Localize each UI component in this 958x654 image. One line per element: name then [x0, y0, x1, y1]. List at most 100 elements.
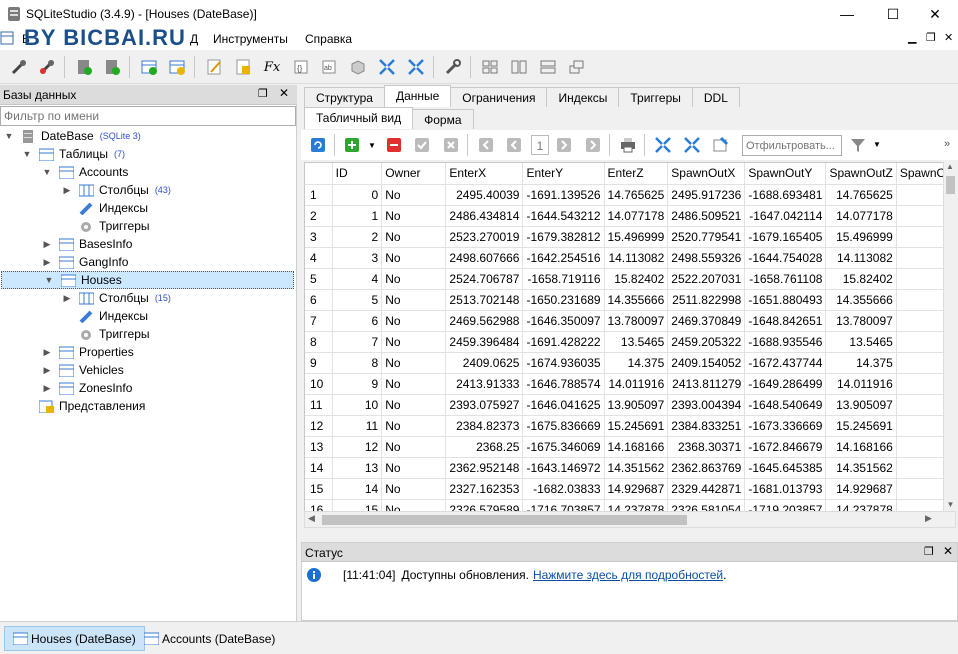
status-float-icon[interactable]: ❐ — [924, 545, 934, 558]
commit-icon[interactable] — [411, 134, 433, 156]
table-cell[interactable]: No — [381, 205, 447, 227]
menu-item-help[interactable]: Справка — [305, 32, 352, 46]
table-cell[interactable]: 14.168166 — [604, 436, 669, 458]
sql-history-icon[interactable] — [232, 56, 254, 78]
next-page-icon[interactable] — [553, 134, 575, 156]
table-cell[interactable]: 6 — [332, 310, 383, 332]
populate-table-icon[interactable] — [710, 134, 732, 156]
tree-item-table-ganginfo[interactable]: ▶ GangInfo — [0, 253, 296, 271]
table-row[interactable]: 3 2 No 2523.270019 -1679.382812 15.496999 2520… — [305, 226, 955, 248]
edit-table-icon[interactable] — [166, 56, 188, 78]
table-row[interactable]: 12 11 No 2384.82373 -1675.836669 15.245691 238… — [305, 415, 955, 437]
table-cell[interactable]: No — [381, 268, 447, 290]
export-data-icon[interactable] — [681, 134, 703, 156]
table-cell[interactable]: No — [381, 226, 447, 248]
extensions-icon[interactable]: ab — [318, 56, 340, 78]
table-cell[interactable]: -1682.03833 — [522, 478, 605, 500]
table-row[interactable]: 9 8 No 2409.0625 -1674.936035 14.375 2409.1540… — [305, 352, 955, 374]
tree-item-accounts-columns[interactable]: ▶ Столбцы (43) — [0, 181, 296, 199]
subtab-grid-view[interactable]: Табличный вид — [304, 107, 414, 129]
edit-database-icon[interactable] — [101, 56, 123, 78]
tree-item-tables[interactable]: ▼ Таблицы (7) — [0, 145, 296, 163]
column-header[interactable]: SpawnOutY — [744, 163, 827, 185]
tile-windows-icon[interactable] — [479, 56, 501, 78]
functions-icon[interactable]: Fx — [261, 56, 283, 78]
tile-vertical-icon[interactable] — [508, 56, 530, 78]
table-cell[interactable]: 15.245691 — [825, 415, 897, 437]
table-cell[interactable]: 2486.434814 — [445, 205, 524, 227]
table-cell[interactable]: 3 — [332, 247, 383, 269]
table-cell[interactable]: 13.5465 — [604, 331, 669, 353]
table-cell[interactable]: No — [381, 373, 447, 395]
table-cell[interactable]: 13.905097 — [604, 394, 669, 416]
table-cell[interactable]: 14.113082 — [825, 247, 897, 269]
table-cell[interactable]: No — [381, 415, 447, 437]
table-cell[interactable]: 14 — [332, 478, 383, 500]
tree-item-table-zonesinfo[interactable]: ▶ ZonesInfo — [0, 379, 296, 397]
table-cell[interactable]: 2362.952148 — [445, 457, 524, 479]
subtab-form-view[interactable]: Форма — [412, 109, 474, 129]
column-header[interactable]: EnterX — [445, 163, 524, 185]
table-cell[interactable]: 14.351562 — [604, 457, 669, 479]
minimize-button[interactable]: — — [824, 0, 870, 28]
last-page-icon[interactable] — [582, 134, 604, 156]
table-row[interactable]: 14 13 No 2362.952148 -1643.146972 14.351562 23… — [305, 457, 955, 479]
mdi-close-icon[interactable]: ✕ — [944, 31, 953, 44]
table-cell[interactable]: 14.168166 — [825, 436, 897, 458]
tree-item-table-accounts[interactable]: ▼ Accounts — [0, 163, 296, 181]
table-cell[interactable]: 2513.702148 — [445, 289, 524, 311]
maximize-button[interactable]: ☐ — [870, 0, 916, 28]
insert-dropdown-icon[interactable]: ▼ — [368, 141, 376, 150]
table-cell[interactable]: No — [381, 289, 447, 311]
tile-horizontal-icon[interactable] — [537, 56, 559, 78]
table-row[interactable]: 7 6 No 2469.562988 -1646.350097 13.780097 2469… — [305, 310, 955, 332]
horizontal-scroll-thumb[interactable] — [322, 515, 687, 525]
window-tab-houses[interactable]: Houses (DateBase) — [4, 626, 145, 651]
table-cell[interactable]: -1645.645385 — [744, 457, 827, 479]
print-icon[interactable] — [617, 134, 639, 156]
table-cell[interactable]: 14.355666 — [604, 289, 669, 311]
table-cell[interactable]: -1674.936035 — [522, 352, 605, 374]
table-cell[interactable]: -1673.336669 — [744, 415, 827, 437]
rollback-icon[interactable] — [440, 134, 462, 156]
table-cell[interactable]: No — [381, 247, 447, 269]
sql-editor-icon[interactable] — [203, 56, 225, 78]
table-cell[interactable]: No — [381, 352, 447, 374]
add-table-icon[interactable] — [138, 56, 160, 78]
table-cell[interactable]: 14.011916 — [604, 373, 669, 395]
table-cell[interactable]: 14.355666 — [825, 289, 897, 311]
table-cell[interactable]: -1651.880493 — [744, 289, 827, 311]
column-header[interactable]: SpawnOutX — [667, 163, 746, 185]
table-cell[interactable]: 2459.396484 — [445, 331, 524, 353]
table-cell[interactable]: 13.780097 — [604, 310, 669, 332]
more-tools-icon[interactable]: » — [944, 138, 950, 150]
packages-icon[interactable] — [347, 56, 369, 78]
table-cell[interactable]: No — [381, 478, 447, 500]
table-cell[interactable]: -1691.139526 — [522, 184, 605, 206]
table-cell[interactable]: 14.113082 — [604, 247, 669, 269]
table-cell[interactable]: 0 — [332, 184, 383, 206]
table-cell[interactable]: No — [381, 436, 447, 458]
vertical-scroll-thumb[interactable] — [946, 176, 955, 194]
table-cell[interactable]: 2384.833251 — [667, 415, 746, 437]
table-cell[interactable]: 2495.40039 — [445, 184, 524, 206]
column-header[interactable]: EnterY — [522, 163, 605, 185]
expand-arrow-icon[interactable]: ▶ — [61, 292, 73, 304]
collapse-arrow-icon[interactable]: ▼ — [43, 274, 55, 286]
table-cell[interactable]: No — [381, 184, 447, 206]
table-cell[interactable]: 13.905097 — [825, 394, 897, 416]
import-icon[interactable] — [376, 56, 398, 78]
previous-page-icon[interactable] — [503, 134, 525, 156]
insert-row-icon[interactable] — [341, 134, 363, 156]
scroll-left-icon[interactable]: ◀ — [308, 513, 315, 524]
table-cell[interactable]: 2523.270019 — [445, 226, 524, 248]
table-cell[interactable]: 14.765625 — [604, 184, 669, 206]
table-cell[interactable]: 2327.162353 — [445, 478, 524, 500]
panel-float-icon[interactable]: ❐ — [258, 87, 268, 100]
tree-item-accounts-indexes[interactable]: Индексы — [0, 199, 296, 217]
tab-ddl[interactable]: DDL — [691, 87, 740, 107]
table-cell[interactable]: 15.82402 — [604, 268, 669, 290]
table-cell[interactable]: 2498.559326 — [667, 247, 746, 269]
table-cell[interactable]: -1642.254516 — [522, 247, 605, 269]
table-row[interactable]: 5 4 No 2524.706787 -1658.719116 15.82402 2522.… — [305, 268, 955, 290]
